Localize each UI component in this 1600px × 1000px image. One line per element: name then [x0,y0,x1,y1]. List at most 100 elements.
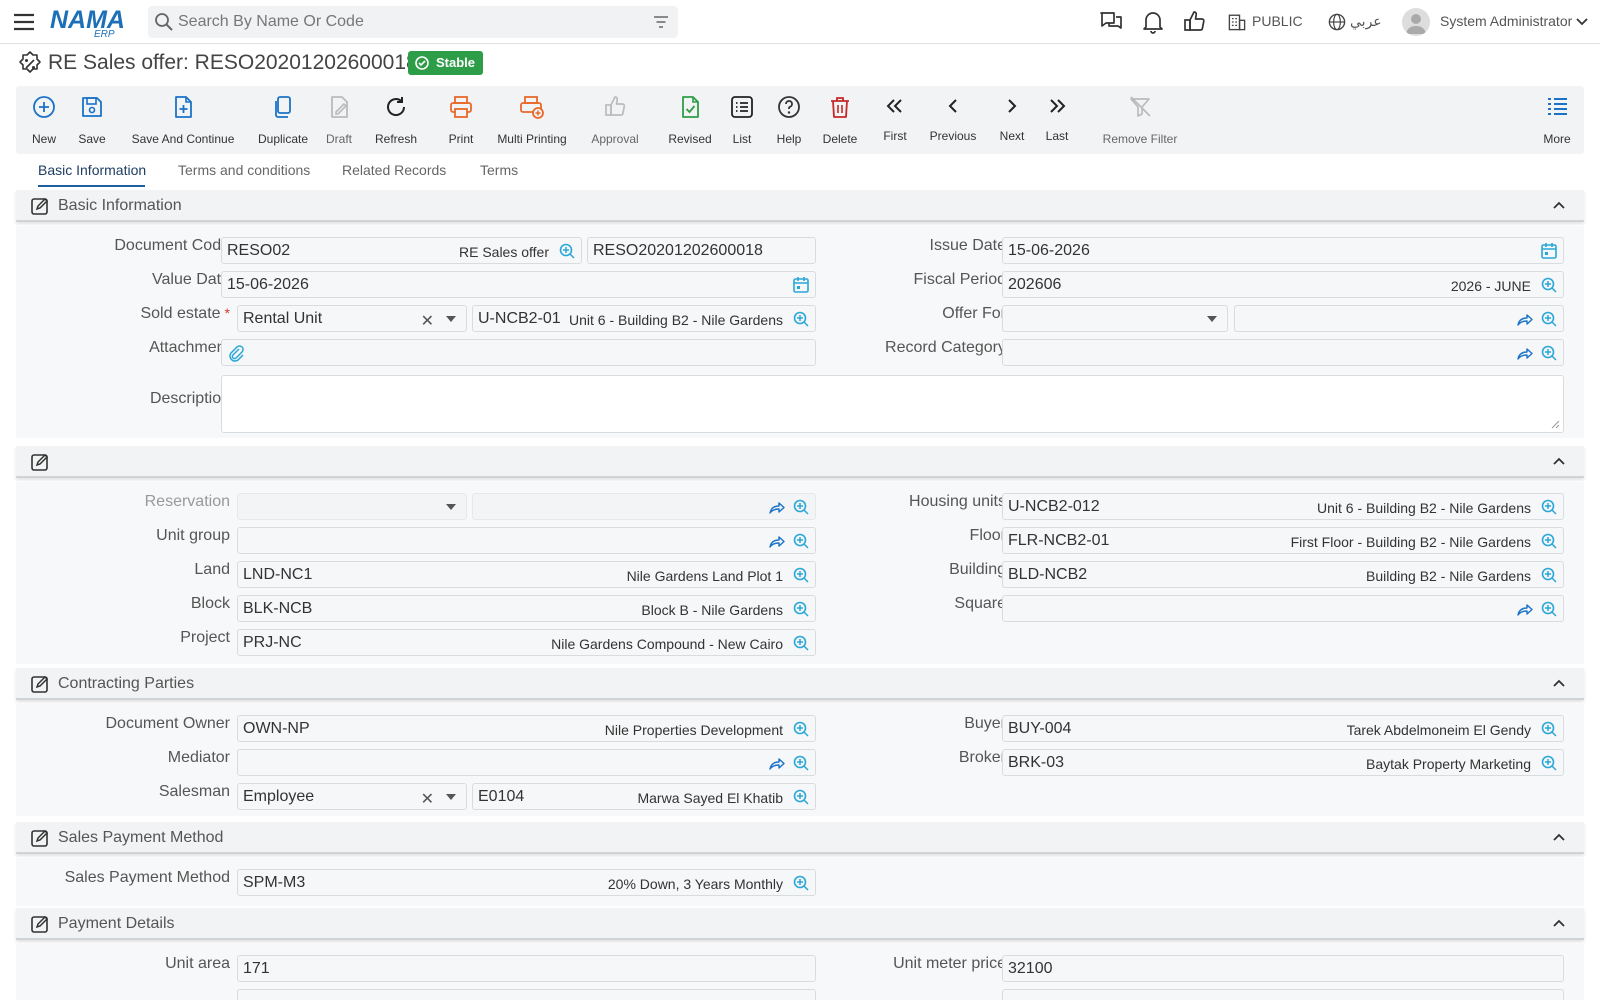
tab-terms[interactable]: Terms [480,162,518,178]
delete-button[interactable]: Delete [820,86,860,154]
broker-field[interactable]: BRK-03 Baytak Property Marketing [1002,749,1564,776]
filter-icon[interactable] [652,13,670,31]
calendar-icon[interactable] [792,276,810,294]
tab-terms-and-conditions[interactable]: Terms and conditions [178,162,310,178]
dropdown-arrow-icon[interactable] [446,504,456,510]
attachment-field[interactable] [221,339,816,366]
chat-icon[interactable] [1098,9,1124,35]
resize-handle-icon[interactable] [1550,419,1560,429]
offer-for-field[interactable] [1234,305,1564,332]
section-header-contracting-parties[interactable]: Contracting Parties [16,668,1584,700]
search-refresh-icon[interactable] [792,532,810,550]
clear-icon[interactable]: ✕ [421,789,434,809]
dropdown-arrow-icon[interactable] [446,316,456,322]
last-record-button[interactable]: Last [1042,86,1072,154]
search-refresh-icon[interactable] [792,634,810,652]
list-button[interactable]: List [726,86,758,154]
duplicate-button[interactable]: Duplicate [254,86,312,154]
tab-related-records[interactable]: Related Records [342,162,446,178]
share-arrow-icon[interactable] [1515,310,1533,328]
unit-group-field[interactable] [237,527,816,554]
help-button[interactable]: Help [774,86,804,154]
calendar-icon[interactable] [1540,242,1558,260]
save-and-continue-button[interactable]: Save And Continue [128,86,238,154]
search-refresh-icon[interactable] [1540,720,1558,738]
clear-icon[interactable]: ✕ [421,311,434,331]
branch-selector[interactable]: PUBLIC [1252,13,1303,29]
land-field[interactable]: LND-NC1 Nile Gardens Land Plot 1 [237,561,816,588]
next-row-left-field[interactable] [237,989,816,1000]
value-date-field[interactable]: 15-06-2026 [221,271,816,298]
chevron-up-icon[interactable] [1552,676,1566,690]
search-refresh-icon[interactable] [1540,600,1558,618]
chevron-up-icon[interactable] [1552,916,1566,930]
search-refresh-icon[interactable] [792,754,810,772]
section-header-sales-payment-method[interactable]: Sales Payment Method [16,822,1584,854]
dropdown-arrow-icon[interactable] [1207,316,1217,322]
sales-payment-method-field[interactable]: SPM-M3 20% Down, 3 Years Monthly [237,869,816,896]
draft-button[interactable]: Draft [320,86,358,154]
sold-estate-unit-field[interactable]: U-NCB2-01 Unit 6 - Building B2 - Nile Ga… [472,305,816,332]
unit-area-field[interactable]: 171 [237,955,816,982]
document-owner-field[interactable]: OWN-NP Nile Properties Development [237,715,816,742]
floor-field[interactable]: FLR-NCB2-01 First Floor - Building B2 - … [1002,527,1564,554]
issue-date-field[interactable]: 15-06-2026 [1002,237,1564,264]
save-button[interactable]: Save [74,86,110,154]
share-arrow-icon[interactable] [1515,344,1533,362]
search-refresh-icon[interactable] [792,310,810,328]
section-header-basic-information[interactable]: Basic Information [16,190,1584,222]
first-record-button[interactable]: First [880,86,910,154]
fiscal-period-field[interactable]: 202606 2026 - JUNE [1002,271,1564,298]
revised-button[interactable]: Revised [668,86,712,154]
mediator-field[interactable] [237,749,816,776]
housing-units-field[interactable]: U-NCB2-012 Unit 6 - Building B2 - Nile G… [1002,493,1564,520]
tab-basic-information[interactable]: Basic Information [38,162,146,178]
building-field[interactable]: BLD-NCB2 Building B2 - Nile Gardens [1002,561,1564,588]
search-refresh-icon[interactable] [1540,276,1558,294]
search-refresh-icon[interactable] [1540,566,1558,584]
print-button[interactable]: Print [444,86,478,154]
search-refresh-icon[interactable] [792,788,810,806]
notification-bell-icon[interactable] [1140,9,1166,35]
previous-record-button[interactable]: Previous [926,86,980,154]
share-arrow-icon[interactable] [767,532,785,550]
unit-meter-price-field[interactable]: 32100 [1002,955,1564,982]
menu-icon[interactable] [12,10,36,34]
document-code-field[interactable]: RESO02 RE Sales offer [221,237,582,264]
salesman-field[interactable]: E0104 Marwa Sayed El Khatib [472,783,816,810]
document-number-field[interactable]: RESO20201202600018 [587,237,816,264]
language-switch[interactable]: عربي [1350,13,1382,30]
chevron-up-icon[interactable] [1552,198,1566,212]
record-category-field[interactable] [1002,339,1564,366]
thumbs-up-icon[interactable] [1182,9,1208,35]
share-arrow-icon[interactable] [767,498,785,516]
share-arrow-icon[interactable] [767,754,785,772]
search-refresh-icon[interactable] [792,600,810,618]
offer-for-type-select[interactable] [1002,305,1228,332]
section-header-unit-details[interactable] [16,446,1584,478]
block-field[interactable]: BLK-NCB Block B - Nile Gardens [237,595,816,622]
nama-logo[interactable]: NAMA ERP [50,6,130,40]
new-button[interactable]: New [26,86,62,154]
square-field[interactable] [1002,595,1564,622]
user-name[interactable]: System Administrator [1440,13,1572,29]
search-refresh-icon[interactable] [1540,344,1558,362]
search-refresh-icon[interactable] [792,720,810,738]
section-header-payment-details[interactable]: Payment Details [16,908,1584,940]
user-avatar[interactable] [1402,8,1430,36]
search-refresh-icon[interactable] [792,498,810,516]
search-input[interactable] [178,6,638,38]
buyer-field[interactable]: BUY-004 Tarek Abdelmoneim El Gendy [1002,715,1564,742]
reservation-field[interactable] [472,493,816,520]
search-refresh-icon[interactable] [1540,532,1558,550]
remove-filter-button[interactable]: Remove Filter [1094,86,1186,154]
paperclip-icon[interactable] [227,344,245,362]
project-field[interactable]: PRJ-NC Nile Gardens Compound - New Cairo [237,629,816,656]
dropdown-arrow-icon[interactable] [446,794,456,800]
sold-estate-type-select[interactable]: Rental Unit ✕ [237,305,467,332]
chevron-up-icon[interactable] [1552,454,1566,468]
search-refresh-icon[interactable] [792,874,810,892]
multi-printing-button[interactable]: Multi Printing [494,86,570,154]
more-button[interactable]: More [1540,86,1574,154]
next-record-button[interactable]: Next [996,86,1028,154]
